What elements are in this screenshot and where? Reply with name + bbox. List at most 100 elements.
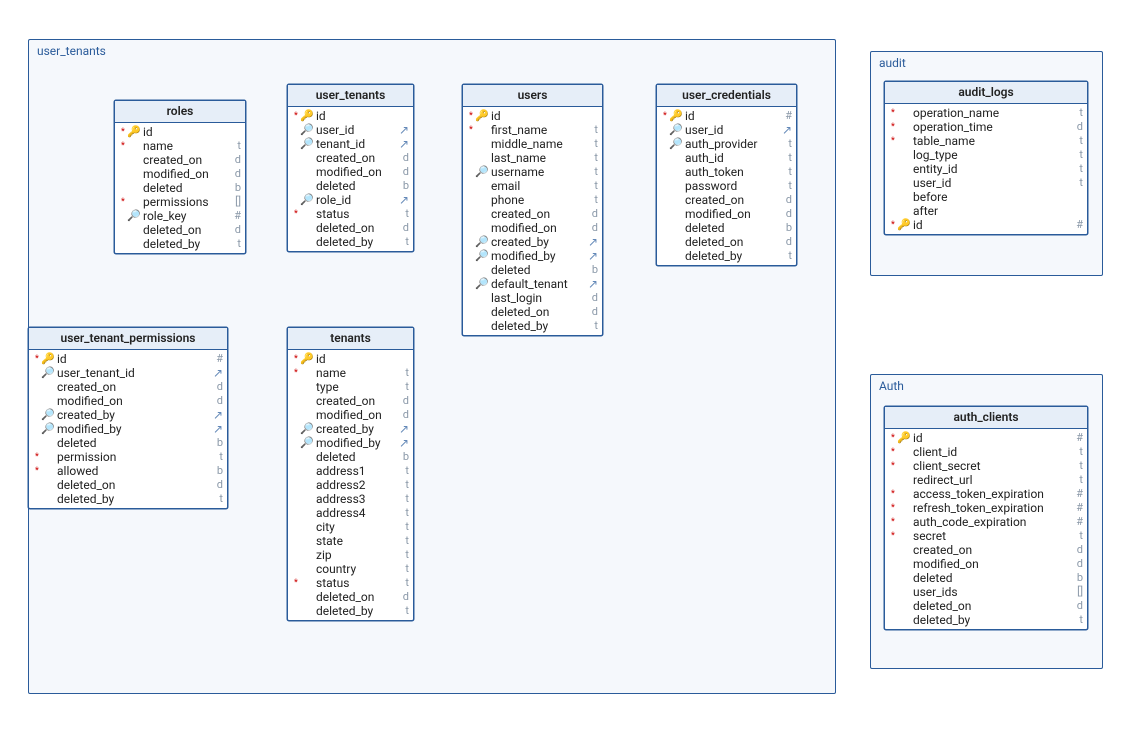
column-row[interactable]: deleted_ond	[885, 599, 1087, 613]
column-row[interactable]: log_typet	[885, 148, 1087, 162]
column-row[interactable]: auth_tokent	[657, 165, 796, 179]
column-row[interactable]: countryt	[288, 562, 413, 576]
column-row[interactable]: address1t	[288, 464, 413, 478]
table-auth_clients[interactable]: auth_clients*🔑id#*client_idt*client_secr…	[884, 406, 1088, 630]
column-row[interactable]: typet	[288, 380, 413, 394]
column-row[interactable]: deleted_byt	[288, 235, 413, 249]
column-row[interactable]: emailt	[463, 179, 602, 193]
column-row[interactable]: 🔎created_by↗	[29, 408, 227, 422]
column-row[interactable]: 🔎modified_by↗	[288, 436, 413, 450]
column-row[interactable]: after	[885, 204, 1087, 218]
column-row[interactable]: *🔑id#	[657, 109, 796, 123]
column-row[interactable]: 🔎modified_by↗	[29, 422, 227, 436]
column-row[interactable]: cityt	[288, 520, 413, 534]
column-row[interactable]: phonet	[463, 193, 602, 207]
column-row[interactable]: *access_token_expiration#	[885, 487, 1087, 501]
column-row[interactable]: *namet	[115, 139, 245, 153]
column-row[interactable]: redirect_urlt	[885, 473, 1087, 487]
column-row[interactable]: created_ond	[288, 151, 413, 165]
column-row[interactable]: created_ond	[29, 380, 227, 394]
column-row[interactable]: 🔎created_by↗	[463, 235, 602, 249]
column-row[interactable]: deleted_ond	[288, 221, 413, 235]
column-row[interactable]: deletedb	[288, 179, 413, 193]
column-row[interactable]: deleted_ond	[115, 223, 245, 237]
column-row[interactable]: before	[885, 190, 1087, 204]
column-row[interactable]: *🔑id#	[885, 218, 1087, 232]
column-row[interactable]: user_idt	[885, 176, 1087, 190]
column-row[interactable]: deleted_ond	[29, 478, 227, 492]
column-row[interactable]: deleted_byt	[463, 319, 602, 333]
column-row[interactable]: 🔎default_tenant↗	[463, 277, 602, 291]
table-user_credentials[interactable]: user_credentials*🔑id#🔎user_id↗🔎auth_prov…	[656, 84, 797, 266]
column-row[interactable]: modified_ond	[115, 167, 245, 181]
column-row[interactable]: entity_idt	[885, 162, 1087, 176]
column-row[interactable]: deleted_ond	[463, 305, 602, 319]
column-row[interactable]: created_ond	[115, 153, 245, 167]
column-row[interactable]: *namet	[288, 366, 413, 380]
column-row[interactable]: passwordt	[657, 179, 796, 193]
column-row[interactable]: *🔑id#	[885, 431, 1087, 445]
table-roles[interactable]: roles*🔑id*nametcreated_ondmodified_ondde…	[114, 100, 246, 254]
column-row[interactable]: modified_ond	[288, 165, 413, 179]
column-row[interactable]: modified_ond	[885, 557, 1087, 571]
column-row[interactable]: *first_namet	[463, 123, 602, 137]
column-row[interactable]: *client_idt	[885, 445, 1087, 459]
table-audit_logs[interactable]: audit_logs*operation_namet*operation_tim…	[884, 81, 1088, 235]
column-row[interactable]: modified_ond	[657, 207, 796, 221]
column-row[interactable]: user_ids[]	[885, 585, 1087, 599]
column-row[interactable]: *client_secrett	[885, 459, 1087, 473]
column-row[interactable]: deleted_ond	[288, 590, 413, 604]
column-row[interactable]: *🔑id	[463, 109, 602, 123]
table-user_tenant_permissions[interactable]: user_tenant_permissions*🔑id#🔎user_tenant…	[28, 327, 228, 509]
column-row[interactable]: middle_namet	[463, 137, 602, 151]
column-row[interactable]: address2t	[288, 478, 413, 492]
column-row[interactable]: last_namet	[463, 151, 602, 165]
column-row[interactable]: last_logind	[463, 291, 602, 305]
column-row[interactable]: 🔎usernamet	[463, 165, 602, 179]
column-row[interactable]: deletedb	[29, 436, 227, 450]
column-row[interactable]: auth_idt	[657, 151, 796, 165]
column-row[interactable]: deletedb	[885, 571, 1087, 585]
column-row[interactable]: 🔎role_key#	[115, 209, 245, 223]
column-row[interactable]: 🔎role_id↗	[288, 193, 413, 207]
column-row[interactable]: created_ond	[463, 207, 602, 221]
column-row[interactable]: *🔑id	[115, 125, 245, 139]
column-row[interactable]: 🔎user_tenant_id↗	[29, 366, 227, 380]
column-row[interactable]: address4t	[288, 506, 413, 520]
column-row[interactable]: deletedb	[115, 181, 245, 195]
column-row[interactable]: deleted_ond	[657, 235, 796, 249]
column-row[interactable]: created_ond	[288, 394, 413, 408]
table-tenants[interactable]: tenants*🔑id*namettypetcreated_ondmodifie…	[287, 327, 414, 621]
column-row[interactable]: *operation_timed	[885, 120, 1087, 134]
column-row[interactable]: created_ond	[657, 193, 796, 207]
column-row[interactable]: deleted_byt	[657, 249, 796, 263]
column-row[interactable]: *permissiont	[29, 450, 227, 464]
column-row[interactable]: *secrett	[885, 529, 1087, 543]
column-row[interactable]: *statust	[288, 207, 413, 221]
column-row[interactable]: *allowedb	[29, 464, 227, 478]
column-row[interactable]: 🔎user_id↗	[657, 123, 796, 137]
column-row[interactable]: 🔎user_id↗	[288, 123, 413, 137]
column-row[interactable]: modified_ond	[288, 408, 413, 422]
column-row[interactable]: 🔎created_by↗	[288, 422, 413, 436]
column-row[interactable]: deletedb	[463, 263, 602, 277]
column-row[interactable]: *statust	[288, 576, 413, 590]
column-row[interactable]: modified_ond	[463, 221, 602, 235]
column-row[interactable]: *operation_namet	[885, 106, 1087, 120]
table-user_tenants[interactable]: user_tenants*🔑id🔎user_id↗🔎tenant_id↗crea…	[287, 84, 414, 252]
column-row[interactable]: *🔑id#	[29, 352, 227, 366]
column-row[interactable]: 🔎tenant_id↗	[288, 137, 413, 151]
column-row[interactable]: *🔑id	[288, 352, 413, 366]
column-row[interactable]: modified_ond	[29, 394, 227, 408]
column-row[interactable]: address3t	[288, 492, 413, 506]
column-row[interactable]: *permissions[]	[115, 195, 245, 209]
table-users[interactable]: users*🔑id*first_nametmiddle_nametlast_na…	[462, 84, 603, 336]
column-row[interactable]: statet	[288, 534, 413, 548]
column-row[interactable]: zipt	[288, 548, 413, 562]
column-row[interactable]: deleted_byt	[288, 604, 413, 618]
column-row[interactable]: 🔎auth_providert	[657, 137, 796, 151]
column-row[interactable]: deletedb	[657, 221, 796, 235]
column-row[interactable]: *🔑id	[288, 109, 413, 123]
column-row[interactable]: deleted_byt	[885, 613, 1087, 627]
column-row[interactable]: deleted_byt	[115, 237, 245, 251]
